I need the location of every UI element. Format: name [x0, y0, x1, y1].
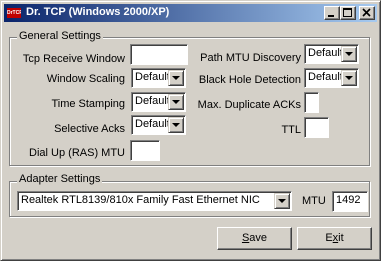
chevron-down-icon[interactable] — [274, 193, 290, 209]
black-hole-detection-label: Black Hole Detection — [198, 74, 301, 86]
black-hole-detection-dropdown[interactable]: Default — [304, 68, 359, 88]
window-title: Dr. TCP (Windows 2000/XP) — [26, 6, 170, 18]
chevron-down-icon[interactable] — [168, 70, 184, 86]
time-stamping-label: Time Stamping — [51, 98, 125, 110]
chevron-down-icon[interactable] — [168, 117, 184, 133]
save-label: ave — [249, 232, 268, 244]
window-scaling-value: Default — [135, 71, 170, 83]
chevron-down-icon[interactable] — [168, 94, 184, 110]
tcp-receive-window-field[interactable] — [130, 44, 188, 65]
time-stamping-value: Default — [135, 95, 170, 107]
minimize-button[interactable] — [324, 6, 340, 20]
max-duplicate-acks-label: Max. Duplicate ACKs — [197, 99, 301, 111]
time-stamping-dropdown[interactable]: Default — [131, 92, 186, 112]
exit-button[interactable]: Exit — [297, 227, 372, 250]
dialup-mtu-field[interactable] — [130, 140, 160, 161]
adapter-mtu-field[interactable]: 1492 — [332, 191, 368, 212]
chevron-down-icon[interactable] — [341, 70, 357, 86]
general-settings-title: General Settings — [17, 30, 103, 42]
title-bar[interactable]: DrTCP Dr. TCP (Windows 2000/XP) — [4, 4, 377, 22]
path-mtu-discovery-dropdown[interactable]: Default — [304, 44, 359, 64]
selective-acks-dropdown[interactable]: Default — [131, 115, 186, 135]
close-icon — [362, 8, 371, 17]
save-button[interactable]: Save — [217, 227, 292, 250]
exit-label-start: E — [325, 232, 333, 244]
maximize-button[interactable] — [340, 6, 356, 20]
path-mtu-discovery-label: Path MTU Discovery — [200, 52, 301, 64]
ttl-field[interactable] — [304, 117, 329, 138]
network-adapter-value: Realtek RTL8139/810x Family Fast Etherne… — [21, 194, 260, 206]
chevron-down-icon[interactable] — [341, 46, 357, 62]
ttl-label: TTL — [281, 124, 301, 136]
network-adapter-dropdown[interactable]: Realtek RTL8139/810x Family Fast Etherne… — [17, 191, 292, 211]
selective-acks-label: Selective Acks — [54, 123, 125, 135]
minimize-icon — [328, 15, 334, 17]
dialup-mtu-label: Dial Up (RAS) MTU — [29, 147, 125, 159]
window-scaling-label: Window Scaling — [46, 73, 125, 85]
tcp-receive-window-label: Tcp Receive Window — [22, 53, 125, 65]
black-hole-detection-value: Default — [308, 71, 343, 83]
close-button[interactable] — [359, 6, 375, 20]
window-scaling-dropdown[interactable]: Default — [131, 68, 186, 88]
maximize-icon — [343, 8, 352, 17]
dr-tcp-window: DrTCP Dr. TCP (Windows 2000/XP) General … — [0, 0, 381, 261]
max-duplicate-acks-field[interactable] — [304, 92, 319, 113]
app-icon: DrTCP — [7, 8, 21, 18]
adapter-mtu-label: MTU — [302, 195, 326, 207]
selective-acks-value: Default — [135, 118, 170, 130]
path-mtu-discovery-value: Default — [308, 47, 343, 59]
exit-label-end: it — [338, 232, 344, 244]
adapter-settings-title: Adapter Settings — [17, 173, 103, 185]
